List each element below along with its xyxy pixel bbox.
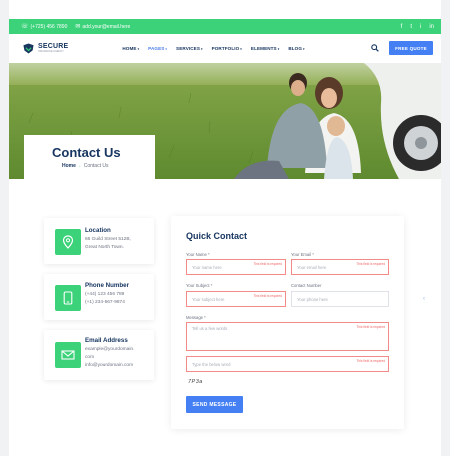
- info-line: example@yourdomain.: [85, 347, 135, 352]
- chevron-down-icon: ▾: [240, 46, 242, 51]
- send-message-button[interactable]: SEND MESSAGE: [186, 396, 243, 413]
- message-placeholder: Tell us a few words: [192, 326, 228, 331]
- top-bar: ☏ (+725) 456 7890 ✉ add.your@email.here …: [9, 19, 441, 34]
- nav-item-blog[interactable]: BLOG▾: [288, 46, 304, 51]
- info-title: Phone Number: [85, 282, 130, 289]
- nav-item-portfolio[interactable]: PORTFOLIO▾: [212, 46, 242, 51]
- search-icon[interactable]: [371, 44, 379, 52]
- nav-item-home[interactable]: HOME▾: [122, 46, 139, 51]
- breadcrumb-separator: •: [79, 164, 81, 168]
- name-label: Your Name *: [186, 252, 210, 257]
- chevron-down-icon: ▾: [165, 46, 168, 51]
- topbar-email-text: add.your@email.here: [82, 23, 131, 30]
- phone-icon: ☏: [21, 24, 29, 30]
- message-label: Message *: [186, 315, 206, 320]
- map-pin-icon: [55, 229, 81, 255]
- info-title: Location: [85, 227, 111, 234]
- message-textarea[interactable]: Tell us a few words This field is requir…: [186, 322, 389, 351]
- phone-icon: [55, 285, 81, 311]
- subject-input[interactable]: Your subject here This field is required: [186, 291, 286, 307]
- info-title: Email Address: [85, 337, 128, 344]
- contact-placeholder: Your phone here: [297, 296, 328, 302]
- info-card-email: Email Address example@yourdomain. com in…: [44, 330, 154, 380]
- breadcrumb: Home • Contact Us: [62, 163, 108, 169]
- info-card-location: Location 66 Guild Street 512B, Great Nor…: [44, 218, 154, 264]
- info-line: info@yourdomain.com: [85, 363, 134, 368]
- social-links: f t i in: [401, 24, 434, 30]
- info-line: (+1) 234-567-9874: [85, 300, 125, 305]
- chevron-down-icon: ▾: [303, 46, 305, 51]
- name-placeholder: Your name here: [192, 264, 222, 270]
- shield-logo-icon: [23, 42, 34, 54]
- breadcrumb-home[interactable]: Home: [62, 163, 76, 169]
- logo-name: SECURE: [38, 43, 69, 50]
- name-input[interactable]: Your name here This field is required: [186, 259, 286, 275]
- logo[interactable]: SECURE INSURANCE AGENCY: [23, 42, 69, 54]
- chevron-down-icon: ▾: [200, 46, 203, 51]
- email-input[interactable]: Your email here This field is required: [291, 259, 389, 275]
- topbar-phone[interactable]: ☏ (+725) 456 7890: [21, 23, 68, 31]
- linkedin-icon[interactable]: in: [429, 24, 434, 30]
- captcha-placeholder: Type the below word: [192, 361, 231, 367]
- nav-item-elements[interactable]: ELEMENTS▾: [251, 46, 279, 51]
- required-note: This field is required: [356, 325, 385, 329]
- captcha-image: 7P3a: [188, 379, 203, 385]
- nav-menu: HOME▾ PAGES▾ SERVICES▾ PORTFOLIO▾ ELEMEN…: [122, 46, 304, 51]
- breadcrumb-current: Contact Us: [83, 163, 109, 169]
- topbar-email[interactable]: ✉ add.your@email.here: [75, 23, 131, 31]
- info-line: (+44) 123 456 789: [85, 292, 125, 297]
- subject-placeholder: Your subject here: [192, 296, 225, 302]
- chevron-down-icon: ▾: [137, 46, 140, 51]
- required-note: This field is required: [356, 262, 385, 266]
- captcha-input[interactable]: Type the below word This field is requir…: [186, 356, 389, 372]
- email-placeholder: Your email here: [297, 264, 327, 270]
- nav-item-services[interactable]: SERVICES▾: [176, 46, 203, 51]
- instagram-icon[interactable]: i: [420, 24, 421, 30]
- required-note: This field is required: [356, 359, 385, 363]
- quick-contact-form: Quick Contact Your Name * Your name here…: [171, 216, 404, 429]
- info-line: Great North Town.: [85, 245, 124, 250]
- info-card-phone: Phone Number (+44) 123 456 789 (+1) 234-…: [44, 274, 154, 320]
- twitter-icon[interactable]: t: [410, 24, 412, 30]
- contact-number-label: Contact Number: [291, 283, 322, 288]
- page-title-card: Contact Us Home • Contact Us: [24, 135, 155, 179]
- nav-item-pages[interactable]: PAGES▾: [148, 46, 167, 51]
- free-quote-button[interactable]: FREE QUOTE: [389, 41, 433, 55]
- email-label: Your Email *: [291, 252, 314, 257]
- topbar-phone-text: (+725) 456 7890: [30, 23, 68, 30]
- scroll-up-icon[interactable]: ‹: [423, 296, 425, 302]
- main-navigation: SECURE INSURANCE AGENCY HOME▾ PAGES▾ SER…: [9, 34, 441, 62]
- required-note: This field is required: [253, 262, 282, 266]
- required-note: This field is required: [253, 294, 282, 298]
- envelope-icon: [55, 342, 81, 368]
- form-title: Quick Contact: [186, 231, 248, 241]
- info-line: 66 Guild Street 512B,: [85, 237, 131, 242]
- info-line: com: [85, 355, 95, 360]
- envelope-icon: ✉: [75, 24, 81, 30]
- contact-number-input[interactable]: Your phone here: [291, 291, 389, 307]
- chevron-down-icon: ▾: [277, 46, 280, 51]
- logo-tagline: INSURANCE AGENCY: [38, 50, 64, 53]
- page-title: Contact Us: [52, 145, 121, 160]
- facebook-icon[interactable]: f: [401, 24, 403, 30]
- subject-label: Your Subject *: [186, 283, 213, 288]
